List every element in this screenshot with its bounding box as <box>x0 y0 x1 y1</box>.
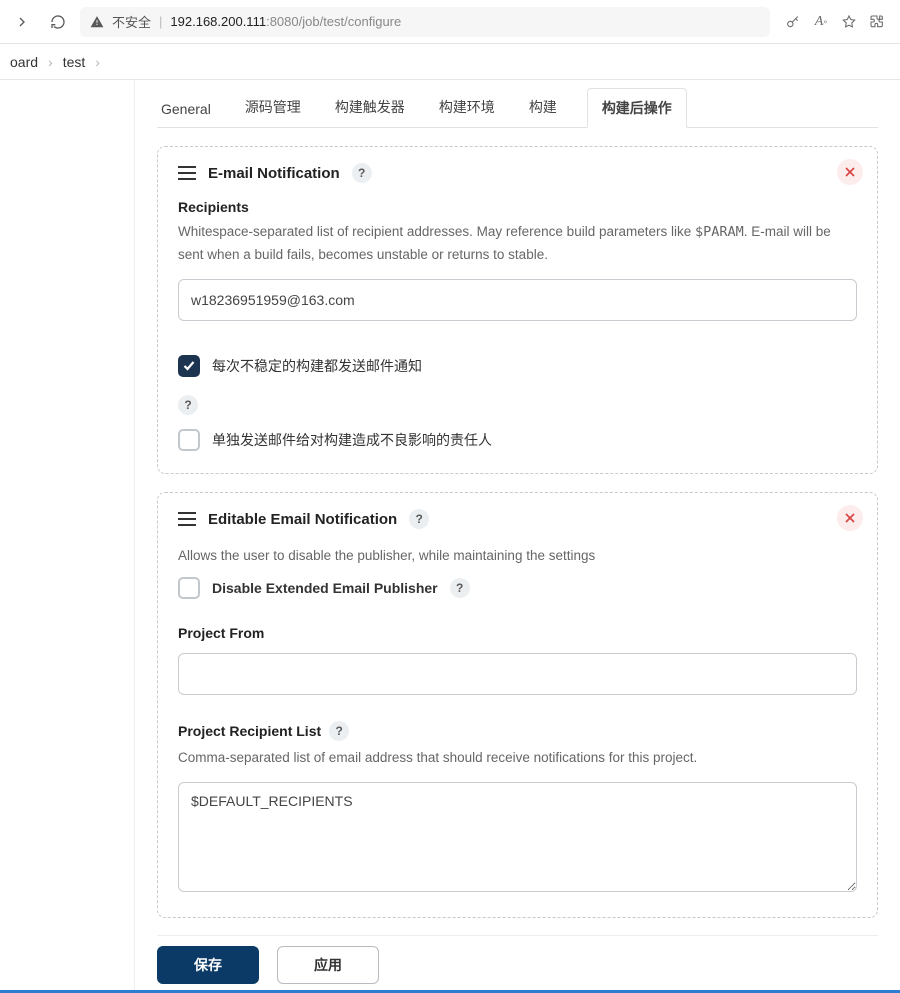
breadcrumb-item[interactable]: oard <box>10 54 38 70</box>
config-content: General 源码管理 构建触发器 构建环境 构建 构建后操作 E-mail … <box>135 80 900 993</box>
tab-general[interactable]: General <box>157 91 215 127</box>
drag-handle-icon[interactable] <box>178 166 196 180</box>
config-tabs: General 源码管理 构建触发器 构建环境 构建 构建后操作 <box>157 80 878 128</box>
browser-right-icons: A» <box>778 13 892 31</box>
recipients-label: Recipients <box>178 199 857 215</box>
apply-button[interactable]: 应用 <box>277 946 379 984</box>
disable-publisher-label: Disable Extended Email Publisher <box>212 580 438 596</box>
disable-publisher-help: Allows the user to disable the publisher… <box>178 545 857 567</box>
help-button[interactable]: ? <box>329 721 349 741</box>
project-recipient-list-help: Comma-separated list of email address th… <box>178 747 857 769</box>
notify-culprits-checkbox-row[interactable]: 单独发送邮件给对构建造成不良影响的责任人 <box>178 429 857 451</box>
help-button[interactable]: ? <box>352 163 372 183</box>
password-key-icon[interactable] <box>784 13 802 31</box>
help-button[interactable]: ? <box>450 578 470 598</box>
save-button[interactable]: 保存 <box>157 946 259 984</box>
chevron-right-icon: › <box>48 54 53 70</box>
notify-culprits-label: 单独发送邮件给对构建造成不良影响的责任人 <box>212 430 492 450</box>
insecure-label: 不安全 <box>112 12 151 31</box>
section-title: E-mail Notification <box>208 165 340 182</box>
tab-scm[interactable]: 源码管理 <box>241 87 305 127</box>
tab-triggers[interactable]: 构建触发器 <box>331 87 409 127</box>
recipients-help: Whitespace-separated list of recipient a… <box>178 221 857 265</box>
project-from-label: Project From <box>178 625 857 641</box>
left-rail <box>0 80 135 993</box>
breadcrumb: oard › test › <box>0 44 900 80</box>
chevron-right-icon: › <box>95 54 100 70</box>
project-recipient-list-input[interactable] <box>178 782 857 892</box>
project-from-input[interactable] <box>178 653 857 695</box>
section-title: Editable Email Notification <box>208 511 397 528</box>
breadcrumb-item[interactable]: test <box>63 54 86 70</box>
project-recipient-list-label: Project Recipient List ? <box>178 721 857 741</box>
help-button[interactable]: ? <box>178 395 198 415</box>
notify-unstable-label: 每次不稳定的构建都发送邮件通知 <box>212 356 422 376</box>
remove-section-button[interactable] <box>837 505 863 531</box>
notify-unstable-checkbox-row[interactable]: 每次不稳定的构建都发送邮件通知 <box>178 355 857 377</box>
recipients-input[interactable] <box>178 279 857 321</box>
checkbox-checked-icon[interactable] <box>178 355 200 377</box>
editable-email-notification-section: Editable Email Notification ? Allows the… <box>157 492 878 918</box>
address-separator: | <box>159 14 162 29</box>
drag-handle-icon[interactable] <box>178 512 196 526</box>
read-aloud-icon[interactable]: A» <box>812 13 830 31</box>
url-path: /job/test/configure <box>299 14 402 29</box>
insecure-warning-icon <box>90 15 104 29</box>
url-host: 192.168.200.111 <box>170 14 266 29</box>
browser-toolbar: 不安全 | 192.168.200.111:8080/job/test/conf… <box>0 0 900 44</box>
help-button[interactable]: ? <box>409 509 429 529</box>
remove-section-button[interactable] <box>837 159 863 185</box>
close-icon <box>845 167 855 177</box>
address-bar[interactable]: 不安全 | 192.168.200.111:8080/job/test/conf… <box>80 7 770 37</box>
action-bar: 保存 应用 <box>157 935 878 993</box>
favorite-star-icon[interactable] <box>840 13 858 31</box>
forward-button[interactable] <box>8 8 36 36</box>
checkbox-unchecked-icon[interactable] <box>178 577 200 599</box>
extensions-icon[interactable] <box>868 13 886 31</box>
disable-publisher-checkbox-row[interactable]: Disable Extended Email Publisher ? <box>178 577 857 599</box>
email-notification-section: E-mail Notification ? Recipients Whitesp… <box>157 146 878 474</box>
checkbox-unchecked-icon[interactable] <box>178 429 200 451</box>
tab-post-build[interactable]: 构建后操作 <box>587 88 687 128</box>
tab-environment[interactable]: 构建环境 <box>435 87 499 127</box>
reload-button[interactable] <box>44 8 72 36</box>
url-port: :8080 <box>266 14 299 29</box>
close-icon <box>845 513 855 523</box>
tab-build[interactable]: 构建 <box>525 87 561 127</box>
